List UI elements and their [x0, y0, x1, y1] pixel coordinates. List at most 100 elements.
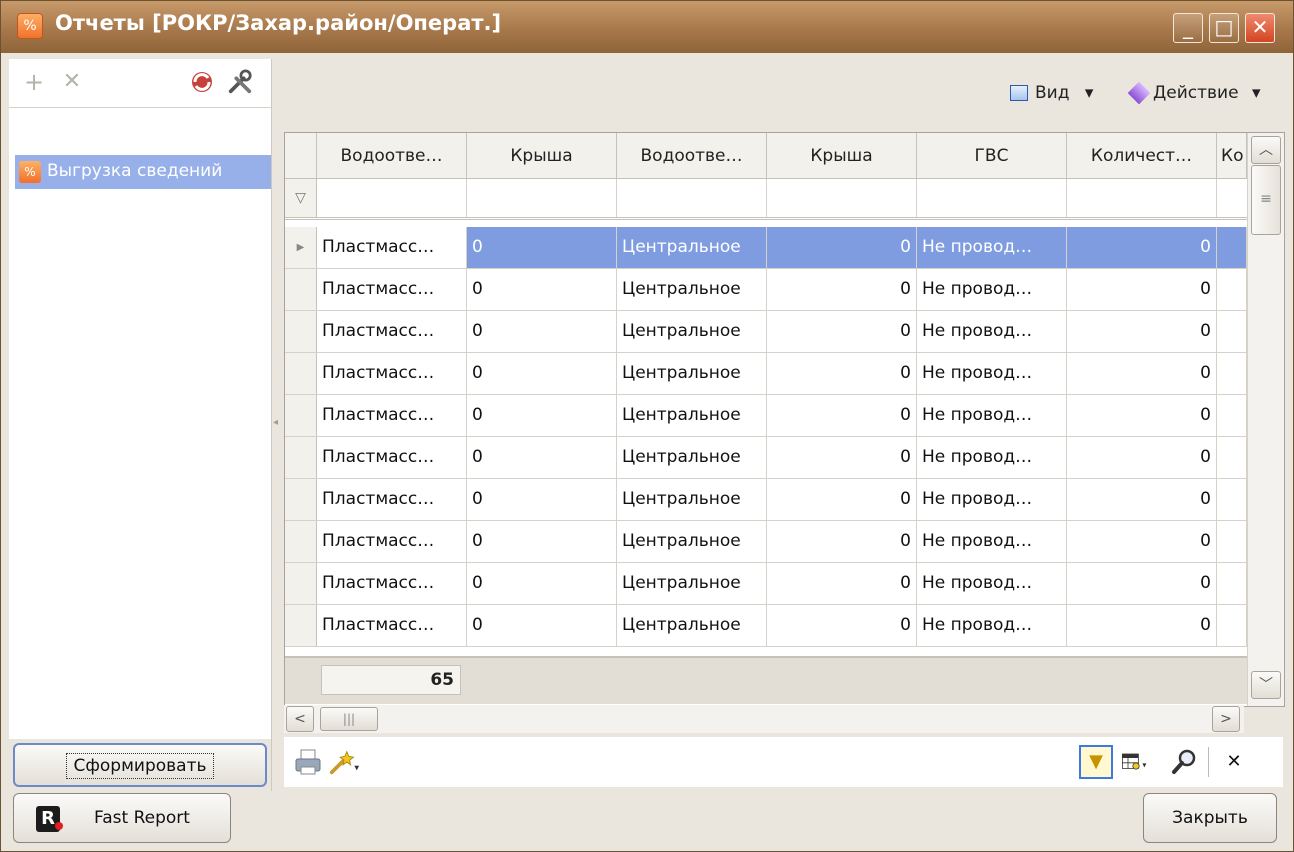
table-row[interactable]: Пластмасс… 0 Центральное 0 Не провод… 0	[285, 311, 1247, 353]
table-cell[interactable]: 0	[767, 269, 917, 310]
table-cell[interactable]: Пластмасс…	[317, 227, 467, 268]
table-cell[interactable]: Пластмасс…	[317, 395, 467, 436]
table-cell[interactable]: Пластмасс…	[317, 521, 467, 562]
filter-cell[interactable]	[767, 179, 917, 217]
column-header[interactable]: ГВС	[917, 133, 1067, 179]
table-cell[interactable]: 0	[1067, 479, 1217, 520]
table-cell[interactable]: 0	[1067, 227, 1217, 268]
table-cell[interactable]: 0	[767, 479, 917, 520]
table-cell[interactable]: 0	[467, 227, 617, 268]
row-indicator[interactable]	[285, 479, 317, 520]
vertical-scrollbar[interactable]: ︿ ≡ ﹀	[1247, 133, 1284, 706]
table-cell[interactable]: 0	[467, 437, 617, 478]
table-cell[interactable]: Центральное	[617, 563, 767, 604]
table-cell[interactable]: Пластмасс…	[317, 605, 467, 646]
table-cell[interactable]: 0	[467, 521, 617, 562]
filter-cell[interactable]	[317, 179, 467, 217]
minimize-button[interactable]: _	[1173, 13, 1203, 43]
row-indicator[interactable]	[285, 353, 317, 394]
view-menu-button[interactable]: Вид ▾	[1035, 83, 1093, 107]
table-cell[interactable]: Не провод…	[917, 227, 1067, 268]
column-header[interactable]: Количест…	[1067, 133, 1217, 179]
table-cell[interactable]: Не провод…	[917, 395, 1067, 436]
table-cell[interactable]: 0	[1067, 353, 1217, 394]
table-cell[interactable]: 0	[1067, 521, 1217, 562]
table-cell[interactable]: 0	[767, 353, 917, 394]
row-indicator[interactable]	[285, 311, 317, 352]
table-row[interactable]: Пластмасс… 0 Центральное 0 Не провод… 0	[285, 521, 1247, 563]
table-row[interactable]: Пластмасс… 0 Центральное 0 Не провод… 0	[285, 437, 1247, 479]
scroll-down-icon[interactable]: ﹀	[1251, 671, 1281, 699]
column-chooser-icon[interactable]: ▾	[1120, 747, 1152, 777]
row-indicator[interactable]	[285, 563, 317, 604]
scroll-thumb[interactable]: ≡	[1251, 165, 1281, 235]
splitter-grip-icon[interactable]: ◂	[273, 417, 278, 428]
table-cell[interactable]: Не провод…	[917, 563, 1067, 604]
table-cell[interactable]: 0	[767, 563, 917, 604]
table-row[interactable]: ▶ Пластмасс… 0 Центральное 0 Не провод… 0	[285, 227, 1247, 269]
table-row[interactable]: Пластмасс… 0 Центральное 0 Не провод… 0	[285, 353, 1247, 395]
column-header[interactable]: Крыша	[467, 133, 617, 179]
table-row[interactable]: Пластмасс… 0 Центральное 0 Не провод… 0	[285, 269, 1247, 311]
table-cell[interactable]	[1217, 605, 1247, 646]
table-cell[interactable]: Центральное	[617, 479, 767, 520]
row-indicator[interactable]	[285, 605, 317, 646]
table-cell[interactable]: Не провод…	[917, 311, 1067, 352]
table-row[interactable]: Пластмасс… 0 Центральное 0 Не провод… 0	[285, 479, 1247, 521]
filter-cell[interactable]	[467, 179, 617, 217]
title-bar[interactable]: % Отчеты [РОКР/Захар.район/Операт.] _ □ …	[1, 1, 1293, 53]
column-header[interactable]: Водоотве…	[617, 133, 767, 179]
table-cell[interactable]: 0	[1067, 563, 1217, 604]
column-header[interactable]: Водоотве…	[317, 133, 467, 179]
table-cell[interactable]: Пластмасс…	[317, 353, 467, 394]
horizontal-scroll-thumb[interactable]: |||	[320, 707, 378, 731]
table-cell[interactable]: 0	[767, 521, 917, 562]
table-cell[interactable]: 0	[1067, 437, 1217, 478]
table-cell[interactable]: 0	[767, 311, 917, 352]
row-indicator[interactable]	[285, 269, 317, 310]
print-icon[interactable]	[292, 747, 324, 777]
filter-cell[interactable]	[617, 179, 767, 217]
close-button[interactable]: Закрыть	[1143, 793, 1277, 843]
row-indicator[interactable]	[285, 395, 317, 436]
table-cell[interactable]: Центральное	[617, 605, 767, 646]
row-indicator[interactable]: ▶	[285, 227, 317, 268]
table-cell[interactable]: 0	[467, 269, 617, 310]
export-wand-icon[interactable]: ▾	[328, 747, 360, 777]
table-cell[interactable]: 0	[1067, 395, 1217, 436]
table-cell[interactable]: Не провод…	[917, 437, 1067, 478]
table-cell[interactable]	[1217, 353, 1247, 394]
row-indicator[interactable]	[285, 521, 317, 562]
table-cell[interactable]: Пластмасс…	[317, 311, 467, 352]
table-cell[interactable]	[1217, 227, 1247, 268]
table-cell[interactable]: 0	[467, 311, 617, 352]
table-cell[interactable]: 0	[767, 605, 917, 646]
table-cell[interactable]: Не провод…	[917, 269, 1067, 310]
action-menu-button[interactable]: Действие ▾	[1153, 83, 1261, 107]
table-cell[interactable]	[1217, 521, 1247, 562]
scroll-left-icon[interactable]: <	[286, 706, 314, 732]
settings-tools-icon[interactable]	[227, 69, 253, 95]
table-cell[interactable]: 0	[767, 437, 917, 478]
filter-cell[interactable]	[1067, 179, 1217, 217]
table-cell[interactable]: 0	[467, 479, 617, 520]
filter-toggle-icon[interactable]: ▼	[1079, 745, 1113, 779]
fast-report-button[interactable]: R Fast Report	[13, 793, 231, 843]
delete-icon[interactable]: ✕	[59, 69, 85, 95]
table-cell[interactable]	[1217, 479, 1247, 520]
table-cell[interactable]: Пластмасс…	[317, 437, 467, 478]
scroll-right-icon[interactable]: >	[1212, 706, 1240, 732]
table-cell[interactable]: 0	[467, 395, 617, 436]
table-cell[interactable]: 0	[467, 563, 617, 604]
table-cell[interactable]: 0	[767, 227, 917, 268]
data-grid[interactable]: Водоотве… Крыша Водоотве… Крыша ГВС Коли…	[284, 132, 1285, 707]
table-cell[interactable]: Центральное	[617, 311, 767, 352]
table-cell[interactable]: 0	[1067, 311, 1217, 352]
table-cell[interactable]: Не провод…	[917, 605, 1067, 646]
table-row[interactable]: Пластмасс… 0 Центральное 0 Не провод… 0	[285, 605, 1247, 647]
close-search-icon[interactable]: ✕	[1218, 747, 1250, 777]
table-cell[interactable]: Центральное	[617, 395, 767, 436]
table-cell[interactable]: 0	[467, 353, 617, 394]
table-row[interactable]: Пластмасс… 0 Центральное 0 Не провод… 0	[285, 395, 1247, 437]
tree-item-export-data[interactable]: % Выгрузка сведений	[15, 155, 271, 189]
